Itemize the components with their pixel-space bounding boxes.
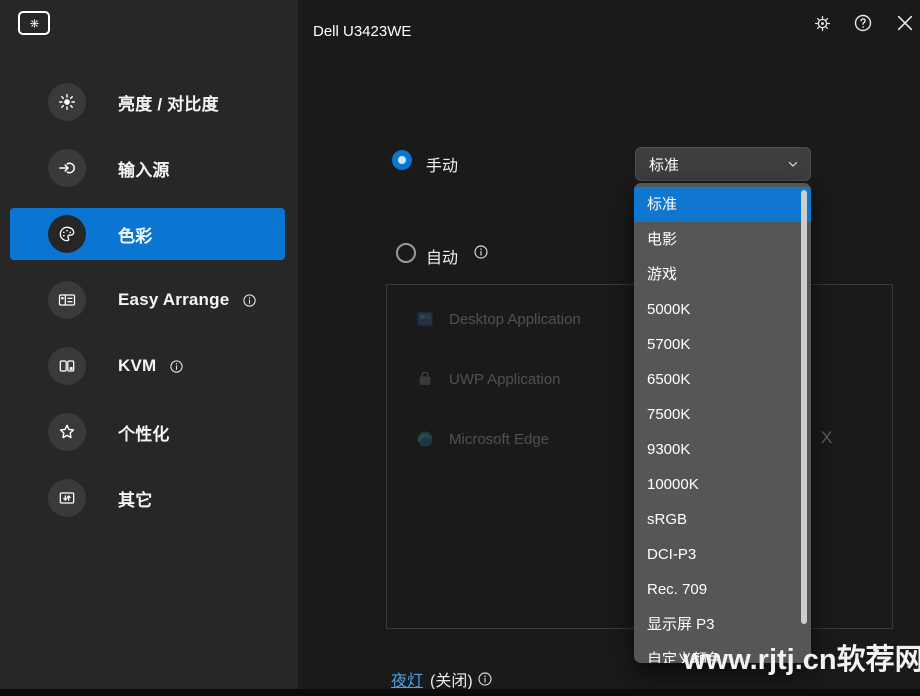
info-icon[interactable] [473,244,489,260]
preset-mode-select[interactable]: 标准 [635,147,811,181]
easy-arrange-icon [57,290,77,310]
desktop-app-icon [415,309,435,329]
sidebar-item[interactable]: 个性化 [10,406,285,458]
dropdown-option[interactable]: 10000K [634,467,811,502]
dropdown-option[interactable]: 5000K [634,292,811,327]
dell-display-manager-window: 亮度 / 对比度 输入源 色彩 [0,0,920,696]
app-name: UWP Application [449,371,560,388]
monitor-gear-icon [29,18,40,29]
window-bottom-edge [0,689,920,696]
remove-app-button: X [821,428,832,448]
sidebar-item-label: 色彩 [118,222,152,247]
info-icon[interactable] [242,293,257,308]
dropdown-option[interactable]: 游戏 [634,257,811,292]
personalization-icon [57,422,77,442]
gear-icon [813,14,832,33]
sidebar-item-label: 其它 [118,486,152,511]
dropdown-option[interactable]: 5700K [634,327,811,362]
sidebar-item[interactable]: 其它 [10,472,285,524]
uwp-app-icon [415,369,435,389]
sidebar-item[interactable]: KVM [10,340,285,392]
watermark: www.rjtj.cn软荐网 [683,636,920,678]
close-button[interactable] [894,12,916,34]
sidebar-item[interactable]: 亮度 / 对比度 [10,76,285,128]
dropdown-option[interactable]: 9300K [634,432,811,467]
info-icon[interactable] [477,671,493,687]
input-source-icon [57,158,77,178]
sidebar-nav: 亮度 / 对比度 输入源 色彩 [0,76,298,538]
help-icon [853,13,873,33]
chevron-down-icon [786,157,800,171]
night-light-link[interactable]: 夜灯 [391,667,423,691]
sidebar: 亮度 / 对比度 输入源 色彩 [0,0,298,689]
dropdown-option[interactable]: 7500K [634,397,811,432]
app-name: Desktop Application [449,311,581,328]
dropdown-option[interactable]: 6500K [634,362,811,397]
auto-radio[interactable] [396,243,416,263]
dropdown-option[interactable]: Rec. 709 [634,572,811,607]
sidebar-item-label: KVM [118,356,156,376]
brightness-icon [57,92,77,112]
settings-button[interactable] [813,14,832,33]
display-select-button[interactable] [18,11,50,35]
kvm-icon [57,356,77,376]
dropdown-option[interactable]: DCI-P3 [634,537,811,572]
sidebar-item[interactable]: 色彩 [10,208,285,260]
dropdown-option[interactable]: 标准 [634,187,811,222]
sidebar-item-label: 亮度 / 对比度 [118,90,219,115]
sidebar-item-label: Easy Arrange [118,290,229,310]
auto-label: 自动 [426,244,458,268]
preset-mode-value: 标准 [649,154,679,175]
help-button[interactable] [853,13,873,33]
color-icon [57,224,77,244]
info-icon[interactable] [169,359,184,374]
sidebar-item[interactable]: 输入源 [10,142,285,194]
manual-label: 手动 [426,152,458,176]
app-name: Microsoft Edge [449,431,549,448]
dropdown-option[interactable]: 电影 [634,222,811,257]
close-icon [894,12,916,34]
preset-dropdown-list: 标准电影游戏5000K5700K6500K7500K9300K10000KsRG… [634,183,811,663]
manual-radio[interactable] [392,150,412,170]
monitor-title: Dell U3423WE [313,23,411,40]
edge-icon [415,429,435,449]
dropdown-scrollbar[interactable] [801,190,807,624]
night-light-status: (关闭) [430,667,473,691]
sidebar-item-label: 个性化 [118,420,170,445]
dropdown-option[interactable]: sRGB [634,502,811,537]
night-light-row: 夜灯 (关闭) [391,667,493,691]
others-icon [57,488,77,508]
sidebar-item[interactable]: Easy Arrange [10,274,285,326]
sidebar-item-label: 输入源 [118,156,170,181]
